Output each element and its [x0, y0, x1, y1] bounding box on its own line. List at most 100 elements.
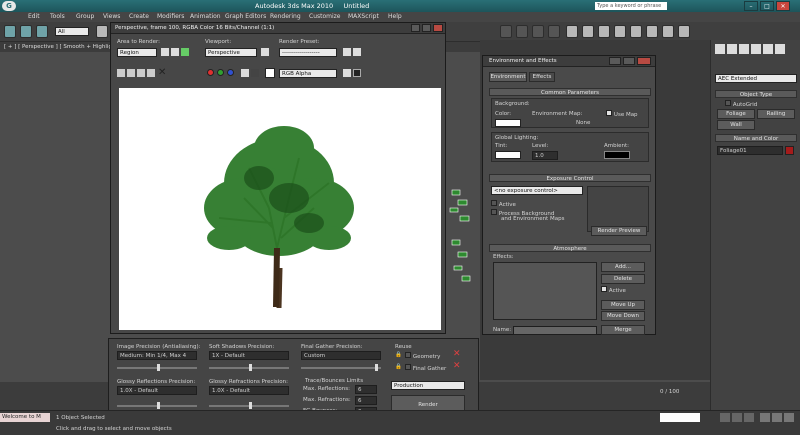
soft-shadows-knob[interactable]	[249, 364, 252, 371]
exposure-active-checkbox[interactable]: Active	[491, 200, 516, 208]
exposure-control-rollout[interactable]: Exposure Control	[489, 174, 651, 182]
green-channel-icon[interactable]	[217, 69, 224, 76]
render-setup-button[interactable]	[343, 48, 351, 56]
merge-button[interactable]: Merge	[601, 325, 645, 335]
auto-region-icon[interactable]	[171, 48, 179, 56]
common-parameters-rollout[interactable]: Common Parameters	[489, 88, 651, 96]
env-close-button[interactable]	[637, 57, 651, 65]
effect-name-field[interactable]	[513, 326, 597, 335]
select-object-icon[interactable]	[96, 25, 108, 38]
object-name-field[interactable]: Foliage01	[717, 146, 783, 155]
modify-tab-icon[interactable]	[727, 44, 737, 54]
level-spinner[interactable]: 1.0	[532, 151, 558, 160]
app-menu-icon[interactable]: G	[2, 1, 16, 11]
reuse-final-gather-checkbox[interactable]: Final Gather	[405, 364, 446, 372]
unlink-icon[interactable]	[36, 25, 48, 38]
final-gather-knob[interactable]	[375, 364, 378, 371]
env-titlebar[interactable]: Environment and Effects	[483, 56, 655, 67]
menu-item-customize[interactable]: Customize	[309, 13, 341, 20]
max-reflections-spinner[interactable]: 6	[355, 385, 377, 394]
menu-item-graph-editors[interactable]: Graph Editors	[225, 13, 266, 20]
render-setup-icon[interactable]	[646, 25, 658, 38]
render-preset-dropdown[interactable]: -------------------	[279, 48, 337, 57]
menu-item-maxscript[interactable]: MAXScript	[348, 13, 379, 20]
background-color-swatch[interactable]	[495, 119, 521, 127]
snaps-toggle-icon[interactable]	[500, 25, 512, 38]
glossy-refractions-knob[interactable]	[249, 402, 252, 409]
create-tab-icon[interactable]	[715, 44, 725, 54]
toggle-ui-overlay-icon[interactable]	[353, 69, 361, 77]
environment-button[interactable]	[353, 48, 361, 56]
final-gather-lock-icon[interactable]: 🔒	[395, 363, 402, 370]
close-button[interactable]: ✕	[776, 1, 790, 11]
print-image-icon[interactable]	[147, 69, 155, 77]
monochrome-icon[interactable]	[251, 69, 259, 77]
copy-image-icon[interactable]	[127, 69, 135, 77]
play-icon[interactable]	[720, 413, 730, 422]
frame-maximize-button[interactable]	[422, 24, 431, 32]
soft-shadows-slider[interactable]	[209, 364, 289, 371]
time-slider-track[interactable]	[660, 413, 700, 422]
spinner-snap-icon[interactable]	[548, 25, 560, 38]
use-map-checkbox[interactable]: Use Map	[606, 110, 638, 118]
object-type-rollout[interactable]: Object Type	[715, 90, 797, 98]
last-frame-icon[interactable]	[744, 413, 754, 422]
mirror-icon[interactable]	[582, 25, 594, 38]
menu-item-group[interactable]: Group	[76, 13, 94, 20]
clear-geometry-cache-icon[interactable]: ✕	[453, 349, 461, 359]
viewport-lock-icon[interactable]	[261, 48, 269, 56]
foliage-button[interactable]: Foliage	[717, 109, 755, 119]
menu-item-help[interactable]: Help	[388, 13, 402, 20]
ambient-color-swatch[interactable]	[604, 151, 630, 159]
red-channel-icon[interactable]	[207, 69, 214, 76]
delete-effect-button[interactable]: Delete	[601, 274, 645, 284]
menu-item-create[interactable]: Create	[129, 13, 149, 20]
clear-fg-cache-icon[interactable]: ✕	[453, 361, 461, 371]
env-map-none-button[interactable]: None	[576, 120, 590, 126]
production-preset-dropdown[interactable]: Production	[391, 381, 465, 390]
tab-environment[interactable]: Environment	[489, 72, 527, 82]
atmosphere-rollout[interactable]: Atmosphere	[489, 244, 651, 252]
move-up-button[interactable]: Move Up	[601, 300, 645, 310]
undo-icon[interactable]	[4, 25, 16, 38]
railing-button[interactable]: Railing	[757, 109, 795, 119]
clear-icon[interactable]: ✕	[158, 67, 166, 78]
env-maximize-button[interactable]	[623, 57, 635, 65]
material-editor-icon[interactable]	[630, 25, 642, 38]
frame-close-button[interactable]	[433, 24, 443, 32]
time-slider[interactable]: 0 / 100	[660, 389, 679, 395]
name-color-rollout[interactable]: Name and Color	[715, 134, 797, 142]
next-frame-icon[interactable]	[732, 413, 742, 422]
link-icon[interactable]	[20, 25, 32, 38]
final-gather-slider[interactable]	[301, 364, 381, 371]
pan-icon[interactable]	[772, 413, 782, 422]
category-dropdown[interactable]: AEC Extended	[715, 74, 797, 83]
zoom-icon[interactable]	[760, 413, 770, 422]
atmosphere-effects-list[interactable]	[493, 262, 597, 320]
effect-active-checkbox[interactable]: Active	[601, 286, 626, 294]
tab-effects[interactable]: Effects	[529, 72, 555, 82]
image-precision-knob[interactable]	[157, 364, 160, 371]
motion-tab-icon[interactable]	[751, 44, 761, 54]
object-color-swatch[interactable]	[785, 146, 794, 155]
align-icon[interactable]	[598, 25, 610, 38]
channel-dropdown[interactable]: RGB Alpha	[279, 69, 337, 78]
move-down-button[interactable]: Move Down	[601, 311, 645, 321]
lock-viewport-icon[interactable]	[181, 48, 189, 56]
swatch-color[interactable]	[265, 68, 275, 78]
viewport-dropdown[interactable]: Perspective	[205, 48, 257, 57]
glossy-reflections-slider[interactable]	[117, 402, 197, 409]
glossy-reflections-knob[interactable]	[157, 402, 160, 409]
maximize-button[interactable]: □	[760, 1, 774, 11]
glossy-refractions-slider[interactable]	[209, 402, 289, 409]
alpha-channel-icon[interactable]	[241, 69, 249, 77]
menu-item-animation[interactable]: Animation	[190, 13, 221, 20]
save-image-icon[interactable]	[117, 69, 125, 77]
render-frame-icon[interactable]	[662, 25, 674, 38]
add-effect-button[interactable]: Add...	[601, 262, 645, 272]
named-selection-icon[interactable]	[566, 25, 578, 38]
blue-channel-icon[interactable]	[227, 69, 234, 76]
percent-snap-icon[interactable]	[532, 25, 544, 38]
exposure-control-dropdown[interactable]: <no exposure control>	[491, 186, 583, 195]
maxscript-listener[interactable]: Welcome to M	[0, 413, 50, 422]
